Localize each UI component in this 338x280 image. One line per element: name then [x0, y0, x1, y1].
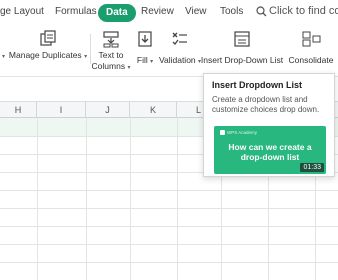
wps-logo-icon: [220, 130, 225, 135]
duplicates-icon: [40, 30, 56, 46]
video-duration: 01:33: [300, 163, 324, 172]
search-icon: [256, 5, 267, 16]
search-placeholder: Click to find co: [269, 5, 338, 17]
dropdown-list-icon: [234, 31, 250, 47]
column-header-k[interactable]: K: [130, 102, 177, 118]
search-box[interactable]: Click to find co: [256, 5, 338, 17]
manage-duplicates-button[interactable]: Manage Duplicates ▾: [8, 27, 88, 77]
text-to-columns-label: Text to Columns ▾: [91, 50, 131, 71]
insert-dropdown-button[interactable]: Insert Drop-Down List: [200, 27, 284, 77]
tab-formulas[interactable]: Formulas: [55, 6, 97, 17]
manage-duplicates-label: Manage Duplicates ▾: [8, 50, 88, 60]
fill-down-icon: [138, 31, 152, 47]
chevron-down-icon[interactable]: ▾: [2, 53, 5, 60]
column-line: [177, 118, 178, 280]
tooltip-title: Insert Dropdown List: [212, 80, 302, 90]
validation-label: Validation ▾: [158, 55, 202, 65]
row-line: [0, 244, 338, 245]
tutorial-video-thumbnail[interactable]: WPS Academy How can we create a drop-dow…: [214, 126, 326, 174]
validation-button[interactable]: Validation ▾: [158, 27, 202, 77]
tab-page-layout[interactable]: ge Layout: [0, 6, 44, 17]
video-brand: WPS Academy: [220, 130, 257, 135]
validation-icon: [172, 32, 187, 45]
fill-button[interactable]: Fill ▾: [133, 27, 157, 77]
column-header-j[interactable]: J: [86, 102, 130, 118]
consolidate-button[interactable]: Consolidate: [284, 27, 338, 77]
row-line: [0, 262, 338, 263]
ribbon-tab-bar: ge Layout Formulas Data Review View Tool…: [0, 0, 338, 27]
tab-tools[interactable]: Tools: [220, 6, 243, 17]
text-to-columns-icon: [103, 31, 119, 48]
column-line: [86, 118, 87, 280]
row-line: [0, 190, 338, 191]
insert-dropdown-label: Insert Drop-Down List: [200, 55, 284, 65]
ribbon-toolbar: ▾ Manage Duplicates ▾ Text to Columns ▾ F…: [0, 27, 338, 77]
tab-view[interactable]: View: [185, 6, 207, 17]
tooltip-description: Create a dropdown list and customize cho…: [212, 95, 320, 114]
video-title: How can we create a drop-down list: [228, 142, 312, 162]
column-header-i[interactable]: I: [37, 102, 86, 118]
consolidate-label: Consolidate: [288, 55, 334, 65]
row-line: [0, 226, 338, 227]
column-line: [37, 118, 38, 280]
fill-label: Fill ▾: [136, 55, 154, 65]
text-to-columns-button[interactable]: Text to Columns ▾: [92, 27, 130, 77]
tab-data[interactable]: Data: [98, 4, 136, 22]
row-line: [0, 208, 338, 209]
consolidate-icon: [302, 31, 321, 47]
column-header-h[interactable]: H: [0, 102, 37, 118]
insert-dropdown-tooltip: Insert Dropdown List Create a dropdown l…: [203, 73, 335, 177]
tab-review[interactable]: Review: [141, 6, 174, 17]
column-line: [130, 118, 131, 280]
